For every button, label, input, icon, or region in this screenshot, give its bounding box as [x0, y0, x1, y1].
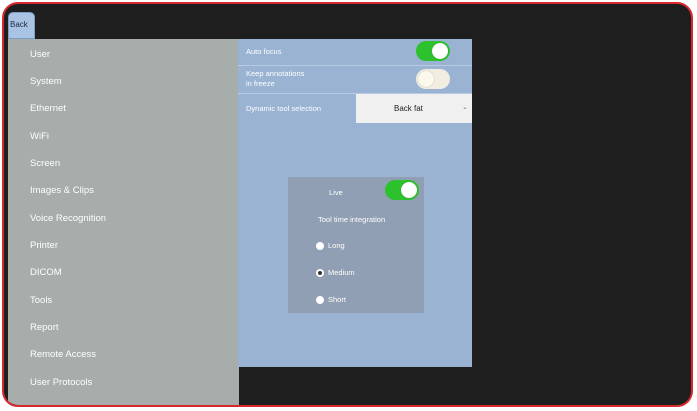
- sidebar-item-report[interactable]: Report: [30, 322, 59, 333]
- keep-annotations-toggle[interactable]: [416, 69, 450, 89]
- radio-long[interactable]: [316, 242, 324, 250]
- toggle-knob: [432, 43, 448, 59]
- sidebar-item-images-clips[interactable]: Images & Clips: [30, 185, 94, 196]
- device-frame: Back User System Ethernet WiFi Screen Im…: [2, 2, 693, 407]
- row-divider: [238, 65, 472, 66]
- sidebar-item-tools[interactable]: Tools: [30, 295, 52, 306]
- radio-label-short[interactable]: Short: [328, 295, 346, 304]
- sidebar-item-wifi[interactable]: WiFi: [30, 131, 49, 142]
- sidebar-item-user[interactable]: User: [30, 49, 50, 60]
- sidebar-item-remote-access[interactable]: Remote Access: [30, 349, 96, 360]
- keep-annotations-label: Keep annotations in freeze: [246, 69, 305, 88]
- sidebar-item-user-protocols[interactable]: User Protocols: [30, 377, 92, 388]
- toggle-knob: [401, 182, 417, 198]
- live-toggle[interactable]: [385, 180, 419, 200]
- dynamic-tool-selection-label: Dynamic tool selection: [246, 104, 322, 113]
- tools-settings-panel: Auto focus Keep annotations in freeze Dy…: [238, 39, 472, 367]
- sidebar-item-voice-recognition[interactable]: Voice Recognition: [30, 213, 106, 224]
- toggle-knob: [418, 71, 434, 87]
- sidebar-item-screen[interactable]: Screen: [30, 158, 60, 169]
- sidebar-item-dicom[interactable]: DICOM: [30, 267, 62, 278]
- auto-focus-toggle[interactable]: [416, 41, 450, 61]
- radio-label-medium[interactable]: Medium: [328, 268, 355, 277]
- radio-short[interactable]: [316, 296, 324, 304]
- back-button[interactable]: Back: [8, 12, 35, 39]
- sidebar-item-system[interactable]: System: [30, 76, 62, 87]
- live-label: Live: [329, 188, 343, 197]
- auto-focus-label: Auto focus: [246, 47, 282, 56]
- sidebar-item-printer[interactable]: Printer: [30, 240, 58, 251]
- dynamic-tool-selection-dropdown[interactable]: Back fat ⌄: [356, 94, 472, 123]
- tool-time-integration-label: Tool time integration: [318, 215, 386, 224]
- settings-sidebar: User System Ethernet WiFi Screen Images …: [8, 39, 239, 405]
- live-settings-panel: Live Tool time integration Long Medium S…: [288, 177, 424, 313]
- radio-label-long[interactable]: Long: [328, 241, 345, 250]
- sidebar-item-ethernet[interactable]: Ethernet: [30, 103, 66, 114]
- radio-medium[interactable]: [316, 269, 324, 277]
- chevron-down-icon: ⌄: [462, 104, 468, 111]
- dropdown-value: Back fat: [394, 104, 423, 113]
